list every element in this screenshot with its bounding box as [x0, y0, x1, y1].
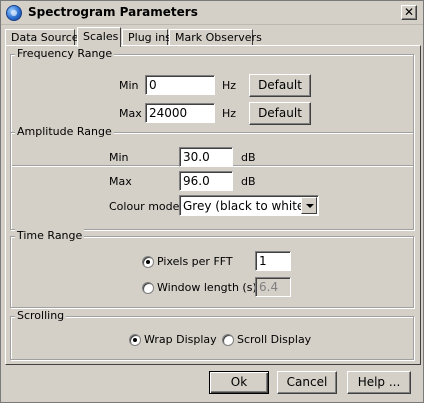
frequency-max-unit: Hz: [222, 107, 237, 120]
colour-model-select[interactable]: Grey (black to white): [179, 195, 319, 216]
chevron-down-icon[interactable]: [301, 197, 317, 214]
tab-plug-ins[interactable]: Plug ins: [122, 29, 171, 46]
frequency-max-default-button[interactable]: Default: [249, 102, 311, 125]
amplitude-max-input[interactable]: 96.0: [179, 171, 233, 191]
amplitude-range-group: Amplitude Range Min 30.0 dB Max 96.0 dB …: [10, 125, 414, 230]
wrap-display-radio[interactable]: [129, 334, 141, 346]
frequency-min-label: Min: [119, 79, 139, 92]
time-range-group: Time Range Pixels per FFT 1 Window lengt…: [10, 229, 414, 308]
tab-label: Scales: [83, 30, 119, 43]
scrolling-group: Scrolling Wrap Display Scroll Display: [10, 309, 414, 360]
group-title: Amplitude Range: [15, 125, 114, 138]
dialog-window: Spectrogram Parameters ✕ Data Source Sca…: [0, 0, 424, 403]
group-title: Frequency Range: [15, 47, 115, 60]
tab-data-source[interactable]: Data Source: [5, 29, 79, 46]
tab-strip: Data Source Scales Plug ins Mark Observe…: [5, 27, 421, 47]
group-title: Time Range: [15, 229, 85, 242]
colour-model-label: Colour model: [109, 200, 183, 213]
window-length-input: 6.4: [255, 277, 291, 297]
app-icon: [6, 5, 22, 21]
help-button[interactable]: Help ...: [347, 371, 411, 394]
tab-scales[interactable]: Scales: [77, 27, 121, 47]
title-bar[interactable]: Spectrogram Parameters ✕: [1, 1, 423, 25]
tab-label: Data Source: [11, 31, 79, 44]
amplitude-min-label: Min: [109, 151, 129, 164]
amplitude-max-label: Max: [109, 175, 132, 188]
amplitude-min-input[interactable]: 30.0: [179, 147, 233, 167]
pixels-per-fft-input[interactable]: 1: [255, 251, 291, 271]
window-length-label[interactable]: Window length (s): [157, 281, 257, 294]
colour-model-value: Grey (black to white): [183, 199, 309, 213]
tab-label: Mark Observers: [175, 31, 262, 44]
frequency-min-unit: Hz: [222, 79, 237, 92]
frequency-min-input[interactable]: 0: [145, 75, 215, 95]
amplitude-max-unit: dB: [241, 175, 256, 188]
frequency-min-default-button[interactable]: Default: [249, 74, 311, 97]
amplitude-min-unit: dB: [241, 151, 256, 164]
frequency-max-input[interactable]: 24000: [145, 103, 215, 123]
window-title: Spectrogram Parameters: [28, 5, 198, 19]
scroll-display-radio[interactable]: [222, 334, 234, 346]
cancel-button[interactable]: Cancel: [277, 371, 337, 394]
pixels-per-fft-label[interactable]: Pixels per FFT: [157, 255, 233, 268]
close-icon: ✕: [403, 5, 415, 19]
scroll-display-label[interactable]: Scroll Display: [237, 333, 311, 346]
ok-button[interactable]: Ok: [209, 371, 269, 394]
tab-label: Plug ins: [128, 31, 171, 44]
window-length-radio[interactable]: [142, 282, 154, 294]
close-button[interactable]: ✕: [401, 5, 417, 20]
frequency-max-label: Max: [119, 107, 142, 120]
scales-panel: Frequency Range Min 0 Hz Default Max 240…: [5, 45, 421, 365]
tab-mark-observers[interactable]: Mark Observers: [169, 29, 262, 46]
group-title: Scrolling: [15, 309, 67, 322]
pixels-per-fft-radio[interactable]: [142, 256, 154, 268]
wrap-display-label[interactable]: Wrap Display: [144, 333, 217, 346]
